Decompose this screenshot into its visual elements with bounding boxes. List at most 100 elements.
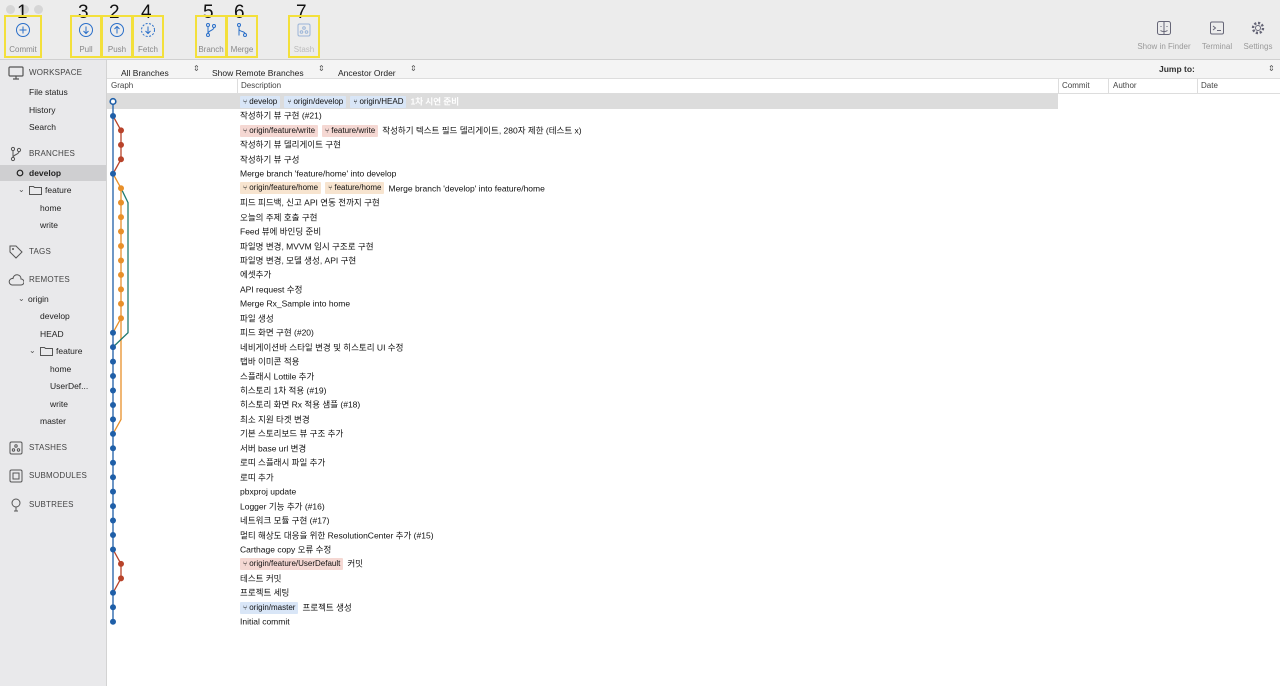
window-zoom-button[interactable]: [34, 5, 43, 14]
sidebar-item-write[interactable]: write: [0, 217, 106, 233]
branch-label-tag[interactable]: ⑂ origin/feature/home: [240, 182, 322, 195]
commit-column-header[interactable]: Commit: [1062, 81, 1090, 90]
select-stepper-icon[interactable]: ⇕: [410, 64, 417, 73]
commit-row[interactable]: 파일명 변경, 모델 생성, API 구현: [107, 253, 1280, 268]
commit-node[interactable]: [110, 618, 116, 625]
commit-row[interactable]: ⑂ origin/master 프로젝트 생성: [107, 600, 1280, 615]
commit-node[interactable]: [110, 589, 116, 596]
description-column-header[interactable]: Description: [241, 81, 281, 90]
commit-row[interactable]: ⑂ origin/feature/UserDefault 커밋: [107, 556, 1280, 571]
commit-node[interactable]: [117, 228, 124, 235]
sidebar-submodules-header[interactable]: SUBMODULES: [0, 468, 106, 484]
sidebar-item-remote-write[interactable]: write: [0, 396, 106, 412]
commit-node[interactable]: [110, 474, 116, 481]
commit-row[interactable]: 테스트 커밋: [107, 571, 1280, 586]
commit-node[interactable]: [117, 315, 124, 322]
commit-row[interactable]: 파일 생성: [107, 311, 1280, 326]
sidebar-remotes-header[interactable]: REMOTES: [0, 272, 106, 288]
commit-node[interactable]: [117, 242, 124, 249]
commit-row[interactable]: 스플래시 Lottile 추가: [107, 369, 1280, 384]
push-button[interactable]: Push: [101, 15, 133, 58]
commit-node[interactable]: [117, 141, 124, 148]
commit-row[interactable]: 최소 지원 타겟 변경: [107, 412, 1280, 427]
commit-node[interactable]: [117, 185, 124, 192]
commit-node[interactable]: [110, 373, 116, 380]
commit-node[interactable]: [110, 112, 116, 119]
sidebar-item-search[interactable]: Search: [0, 119, 106, 135]
commit-row[interactable]: Carthage copy 오류 수정: [107, 542, 1280, 557]
select-stepper-icon[interactable]: ⇕: [193, 64, 200, 73]
commit-node[interactable]: [110, 329, 116, 336]
commit-row[interactable]: Initial commit: [107, 614, 1280, 629]
sidebar-subtrees-header[interactable]: SUBTREES: [0, 497, 106, 513]
author-column-header[interactable]: Author: [1113, 81, 1137, 90]
commit-row[interactable]: 오늘의 주제 호출 구현: [107, 210, 1280, 225]
commit-node[interactable]: [109, 97, 117, 106]
branch-button[interactable]: Branch: [195, 15, 227, 58]
sidebar-item-file-status[interactable]: File status: [0, 84, 106, 100]
commit-row[interactable]: 피드 화면 구현 (#20): [107, 325, 1280, 340]
chevron-down-icon[interactable]: ⌄: [18, 291, 25, 307]
sidebar-item-remote-userdefault[interactable]: UserDef...: [0, 378, 106, 394]
branch-label-tag[interactable]: ⑂ feature/home: [325, 182, 385, 195]
branch-label-tag[interactable]: ⑂ origin/develop: [284, 95, 347, 108]
commit-row[interactable]: 작성하기 뷰 델리게이트 구현: [107, 137, 1280, 152]
select-stepper-icon[interactable]: ⇕: [318, 64, 325, 73]
commit-row[interactable]: 피드 피드백, 신고 API 연동 전까지 구현: [107, 195, 1280, 210]
commit-row[interactable]: ⑂ origin/feature/home ⑂ feature/home Merge b…: [107, 181, 1280, 196]
commit-row[interactable]: ⑂ origin/feature/write ⑂ feature/write 작성하기 …: [107, 123, 1280, 138]
stash-button[interactable]: Stash: [288, 15, 320, 58]
branch-label-tag[interactable]: ⑂ origin/feature/UserDefault: [240, 558, 344, 571]
commit-row[interactable]: 서버 base url 변경: [107, 441, 1280, 456]
commit-row[interactable]: 로띠 스플래시 파일 추가: [107, 455, 1280, 470]
show-in-finder-button[interactable]: Show in Finder: [1133, 20, 1195, 51]
commit-row[interactable]: 작성하기 뷰 구현 (#21): [107, 108, 1280, 123]
sidebar-item-remote-master[interactable]: master: [0, 413, 106, 429]
commit-node[interactable]: [110, 416, 116, 423]
commit-node[interactable]: [117, 575, 124, 582]
sidebar-item-remote-home[interactable]: home: [0, 361, 106, 377]
commit-row[interactable]: pbxproj update: [107, 484, 1280, 499]
commit-row[interactable]: 로띠 추가: [107, 470, 1280, 485]
window-close-button[interactable]: [6, 5, 15, 14]
commit-node[interactable]: [110, 401, 116, 408]
commit-node[interactable]: [117, 300, 124, 307]
commit-node[interactable]: [117, 257, 124, 264]
settings-button[interactable]: Settings: [1240, 20, 1276, 51]
branch-label-tag[interactable]: ⑂ origin/feature/write: [240, 124, 319, 137]
sidebar-item-origin[interactable]: ⌄ origin: [0, 291, 106, 307]
commit-node[interactable]: [117, 127, 124, 134]
commit-row[interactable]: 작성하기 뷰 구성: [107, 152, 1280, 167]
terminal-button[interactable]: Terminal: [1198, 20, 1236, 51]
date-column-header[interactable]: Date: [1201, 81, 1218, 90]
commit-node[interactable]: [117, 286, 124, 293]
commit-node[interactable]: [117, 199, 124, 206]
commit-row[interactable]: Merge branch 'feature/home' into develop: [107, 166, 1280, 181]
graph-column-header[interactable]: Graph: [111, 81, 133, 90]
sidebar-item-develop[interactable]: develop: [0, 165, 106, 181]
commit-node[interactable]: [117, 560, 124, 567]
commit-row[interactable]: 히스토리 화면 Rx 적용 샘플 (#18): [107, 397, 1280, 412]
merge-button[interactable]: Merge: [226, 15, 258, 58]
commit-row[interactable]: ⑂ develop ⑂ origin/develop ⑂ origin/HEAD 1차 시연…: [107, 94, 1280, 109]
commit-row[interactable]: Feed 뷰에 바인딩 준비: [107, 224, 1280, 239]
commit-node[interactable]: [110, 488, 116, 495]
sidebar-item-home[interactable]: home: [0, 200, 106, 216]
fetch-button[interactable]: Fetch: [132, 15, 164, 58]
commit-row[interactable]: 기본 스토리보드 뷰 구조 추가: [107, 426, 1280, 441]
commit-row[interactable]: 히스토리 1차 적용 (#19): [107, 383, 1280, 398]
commit-row[interactable]: 멀티 해상도 대응을 위한 ResolutionCenter 추가 (#15): [107, 528, 1280, 543]
branch-label-tag[interactable]: ⑂ develop: [240, 95, 281, 108]
commit-button[interactable]: Commit: [4, 15, 42, 58]
commit-node[interactable]: [117, 156, 124, 163]
pull-button[interactable]: Pull: [70, 15, 102, 58]
commit-node[interactable]: [117, 271, 124, 278]
commit-node[interactable]: [110, 445, 116, 452]
commit-node[interactable]: [110, 170, 116, 177]
commit-row[interactable]: 네트워크 모듈 구현 (#17): [107, 513, 1280, 528]
sidebar-item-remote-feature-folder[interactable]: ⌄ feature: [0, 343, 106, 359]
commit-node[interactable]: [110, 387, 116, 394]
commit-row[interactable]: API request 수정: [107, 282, 1280, 297]
commit-row[interactable]: 네비게이션바 스타일 변경 및 히스토리 UI 수정: [107, 340, 1280, 355]
chevron-down-icon[interactable]: ⌄: [18, 182, 25, 198]
